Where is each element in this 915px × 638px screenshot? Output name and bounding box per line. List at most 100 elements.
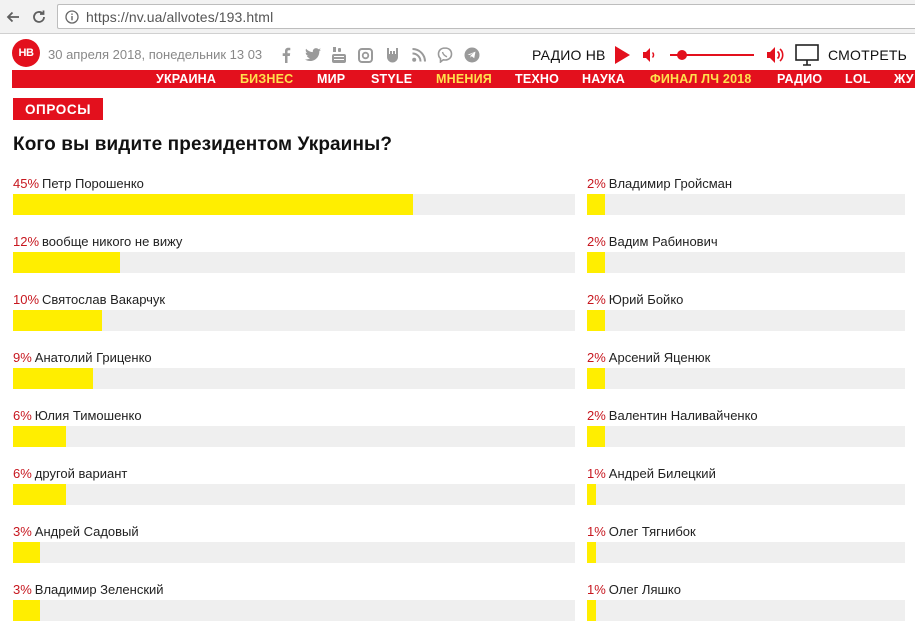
play-icon[interactable] [614, 46, 630, 64]
poll-bar-track [13, 542, 575, 563]
poll-bar-track [13, 600, 575, 621]
poll-option-label: 12% вообще никого не вижу [13, 234, 182, 249]
poll-option-percent: 10% [13, 292, 40, 307]
menu-item[interactable]: УКРАИНА [156, 72, 216, 86]
poll-bar-fill [587, 368, 605, 389]
poll-option[interactable]: 45% Петр Порошенко [13, 176, 575, 218]
menu-item[interactable]: НАУКА [582, 72, 625, 86]
poll-option-name: Юлия Тимошенко [34, 408, 142, 423]
poll-option-label: 2% Арсений Яценюк [587, 350, 710, 365]
poll-option-label: 1% Олег Ляшко [587, 582, 681, 597]
poll-option-percent: 1% [587, 524, 606, 539]
poll-option-name: Андрей Билецкий [608, 466, 716, 481]
poll-bar-fill [587, 252, 605, 273]
menu-item[interactable]: ФИНАЛ ЛЧ 2018 [650, 72, 752, 86]
info-icon[interactable] [64, 9, 80, 25]
poll-option[interactable]: 2% Валентин Наливайченко [587, 408, 905, 450]
poll-option-name: Святослав Вакарчук [42, 292, 166, 307]
volume-slider[interactable] [670, 50, 754, 60]
logo-text: НВ [18, 47, 34, 59]
poll-option[interactable]: 9% Анатолий Гриценко [13, 350, 575, 392]
poll-bar-track [13, 484, 575, 505]
menu-item[interactable]: ЖУ [894, 72, 914, 86]
viber-icon[interactable] [435, 46, 455, 64]
poll-option-percent: 6% [13, 466, 32, 481]
poll-option-name: Владимир Гройсман [608, 176, 733, 191]
poll-option[interactable]: 1% Олег Ляшко [587, 582, 905, 624]
poll-option-label: 10% Святослав Вакарчук [13, 292, 165, 307]
poll-option[interactable]: 6% другой вариант [13, 466, 575, 508]
poll-option-percent: 2% [587, 176, 606, 191]
poll-bar-track [587, 484, 905, 505]
poll-option-label: 3% Андрей Садовый [13, 524, 139, 539]
poll-option[interactable]: 10% Святослав Вакарчук [13, 292, 575, 334]
poll-bar-track [13, 426, 575, 447]
poll-bar-track [587, 252, 905, 273]
arrow-left-icon [6, 11, 19, 23]
poll-bar-fill [13, 542, 40, 563]
facebook-icon[interactable] [276, 46, 296, 64]
poll-option[interactable]: 1% Олег Тягнибок [587, 524, 905, 566]
poll-option[interactable]: 2% Вадим Рабинович [587, 234, 905, 276]
site-logo[interactable]: НВ [12, 39, 40, 67]
poll-option-name: Владимир Зеленский [34, 582, 164, 597]
menu-item[interactable]: РАДИО [777, 72, 822, 86]
poll-option-percent: 9% [13, 350, 32, 365]
poll-option-name: Анатолий Гриценко [34, 350, 152, 365]
section-badge[interactable]: ОПРОСЫ [13, 98, 103, 120]
menu-item[interactable]: STYLE [371, 72, 412, 86]
poll-bar-track [587, 426, 905, 447]
poll-option[interactable]: 3% Андрей Садовый [13, 524, 575, 566]
back-button[interactable] [2, 6, 24, 28]
poll-option-percent: 2% [587, 408, 606, 423]
radio-label: РАДИО НВ [532, 47, 606, 63]
menu-item[interactable]: МНЕНИЯ [436, 72, 492, 86]
volume-slider-knob[interactable] [677, 50, 687, 60]
poll-option-label: 1% Андрей Билецкий [587, 466, 716, 481]
poll-option[interactable]: 12% вообще никого не вижу [13, 234, 575, 276]
poll-bar-fill [13, 194, 413, 215]
youtube-icon[interactable] [329, 46, 349, 64]
poll-bar-track [13, 252, 575, 273]
reload-icon [33, 10, 45, 23]
poll-option[interactable]: 2% Юрий Бойко [587, 292, 905, 334]
poll-bar-track [13, 310, 575, 331]
tv-icon[interactable] [795, 44, 819, 66]
poll-option-label: 2% Юрий Бойко [587, 292, 683, 307]
volume-low-icon[interactable] [642, 47, 658, 63]
poll-option-percent: 2% [587, 350, 606, 365]
rock-hand-icon[interactable] [382, 46, 402, 64]
poll-option[interactable]: 2% Арсений Яценюк [587, 350, 905, 392]
watch-button[interactable]: СМОТРЕТЬ [828, 47, 907, 63]
volume-high-icon[interactable] [766, 46, 786, 64]
poll-bar-track [587, 194, 905, 215]
poll-option-percent: 3% [13, 582, 32, 597]
poll-option-label: 2% Валентин Наливайченко [587, 408, 758, 423]
menu-item[interactable]: LOL [845, 72, 871, 86]
poll-bar-fill [587, 310, 605, 331]
menu-item[interactable]: МИР [317, 72, 345, 86]
rss-icon[interactable] [409, 46, 429, 64]
poll-bar-fill [13, 368, 93, 389]
poll-bar-fill [587, 194, 605, 215]
poll-option[interactable]: 1% Андрей Билецкий [587, 466, 905, 508]
menu-item[interactable]: ТЕХНО [515, 72, 559, 86]
instagram-icon[interactable] [356, 46, 376, 64]
poll-option[interactable]: 6% Юлия Тимошенко [13, 408, 575, 450]
address-bar[interactable]: https://nv.ua/allvotes/193.html [57, 4, 915, 29]
poll-option-percent: 45% [13, 176, 40, 191]
menu-item[interactable]: БИЗНЕС [240, 72, 293, 86]
poll-option[interactable]: 3% Владимир Зеленский [13, 582, 575, 624]
poll-option-percent: 6% [13, 408, 32, 423]
telegram-icon[interactable] [462, 46, 482, 64]
poll-bar-track [587, 310, 905, 331]
poll-bar-fill [13, 484, 66, 505]
twitter-icon[interactable] [303, 46, 323, 64]
poll-option-percent: 1% [587, 466, 606, 481]
poll-bar-track [587, 368, 905, 389]
poll-option-name: Арсений Яценюк [608, 350, 711, 365]
social-links [276, 46, 488, 64]
poll-option-name: Вадим Рабинович [608, 234, 718, 249]
reload-button[interactable] [28, 6, 50, 28]
poll-option[interactable]: 2% Владимир Гройсман [587, 176, 905, 218]
